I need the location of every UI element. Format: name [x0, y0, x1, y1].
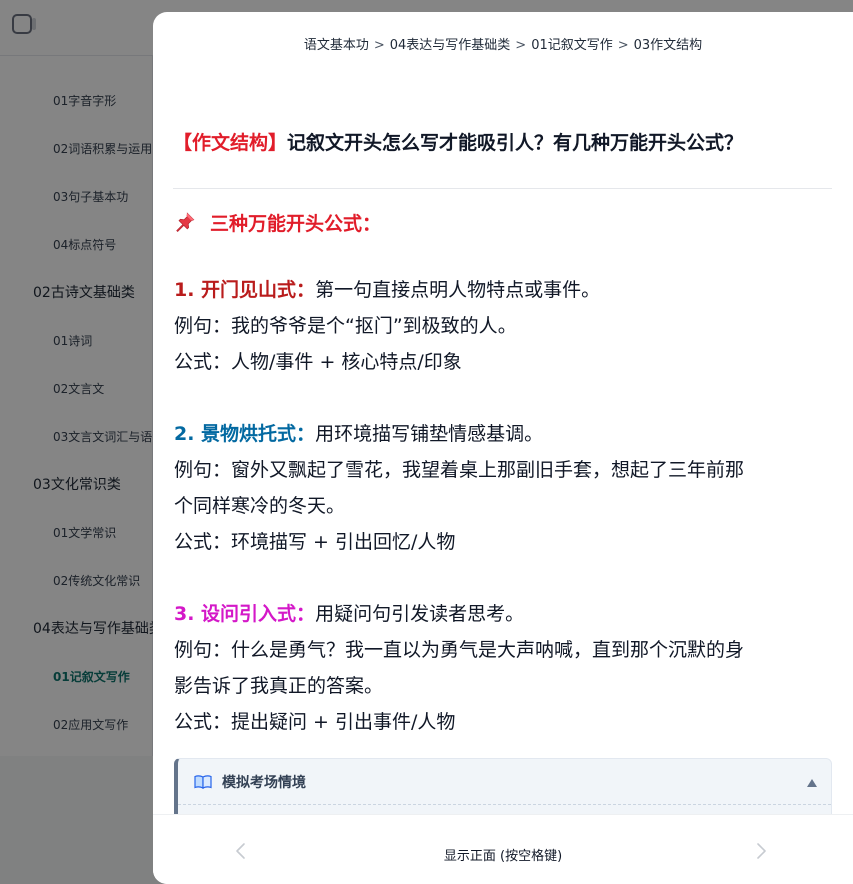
- method-example: 例句：什么是勇气？我一直以为勇气是大声呐喊，直到那个沉默的身: [174, 639, 745, 661]
- card-answer: 三种万能开头公式： 1. 开门见山式：第一句直接点明人物特点或事件。 例句：我的…: [174, 208, 834, 740]
- breadcrumb-item[interactable]: 01记叙文写作: [531, 38, 613, 53]
- section-title-text: 三种万能开头公式：: [210, 212, 382, 235]
- method-example: 例句：窗外又飘起了雪花，我望着桌上那副旧手套，想起了三年前那: [174, 459, 745, 481]
- flashcard-modal: 语文基本功 >04表达与写作基础类 >01记叙文写作 >03作文结构 【作文结构】记叙…: [153, 12, 853, 884]
- method-desc: 用环境描写铺垫情感基调。: [315, 423, 544, 445]
- chevron-right-icon[interactable]: [753, 841, 769, 861]
- caret-up-icon[interactable]: [807, 779, 817, 787]
- method-1: 1. 开门见山式：第一句直接点明人物特点或事件。 例句：我的爷爷是个“抠门”到极…: [174, 272, 834, 380]
- breadcrumb: 语文基本功 >04表达与写作基础类 >01记叙文写作 >03作文结构: [153, 34, 853, 53]
- section-title: 三种万能开头公式：: [174, 208, 834, 236]
- breadcrumb-separator: >: [617, 38, 629, 53]
- method-desc: 用疑问句引发读者思考。: [315, 603, 525, 625]
- card-question: 【作文结构】记叙文开头怎么写才能吸引人？有几种万能开头公式？: [173, 128, 833, 155]
- method-label: 1. 开门见山式：: [174, 279, 316, 301]
- divider: [173, 188, 832, 189]
- breadcrumb-separator: >: [373, 38, 385, 53]
- breadcrumb-separator: >: [515, 38, 527, 53]
- method-label: 2. 景物烘托式：: [174, 423, 316, 445]
- method-heading: 1. 开门见山式：第一句直接点明人物特点或事件。: [174, 272, 834, 308]
- breadcrumb-item[interactable]: 语文基本功: [304, 38, 369, 53]
- method-example-cont: 个同样寒冷的冬天。: [174, 495, 346, 517]
- method-label: 3. 设问引入式：: [174, 603, 316, 625]
- breadcrumb-item[interactable]: 04表达与写作基础类: [390, 38, 511, 53]
- method-desc: 第一句直接点明人物特点或事件。: [315, 279, 601, 301]
- method-example-cont: 影告诉了我真正的答案。: [174, 675, 384, 697]
- question-tag: 【作文结构】: [173, 132, 288, 154]
- card-footer: 显示正面 (按空格键): [153, 814, 853, 884]
- question-text: 记叙文开头怎么写才能吸引人？有几种万能开头公式？: [287, 132, 744, 154]
- pushpin-icon: [176, 212, 195, 233]
- method-example: 例句：我的爷爷是个“抠门”到极致的人。: [174, 315, 517, 337]
- open-book-icon: [194, 774, 212, 789]
- method-formula: 公式：提出疑问 + 引出事件/人物: [174, 711, 456, 733]
- method-formula: 公式：环境描写 + 引出回忆/人物: [174, 531, 456, 553]
- scenario-header[interactable]: 模拟考场情境: [178, 759, 831, 805]
- method-heading: 2. 景物烘托式：用环境描写铺垫情感基调。: [174, 416, 834, 452]
- method-formula: 公式：人物/事件 + 核心特点/印象: [174, 351, 462, 373]
- flip-card-button[interactable]: 显示正面 (按空格键): [153, 845, 853, 864]
- method-3: 3. 设问引入式：用疑问句引发读者思考。 例句：什么是勇气？我一直以为勇气是大声…: [174, 596, 834, 740]
- breadcrumb-item[interactable]: 03作文结构: [634, 38, 703, 53]
- method-2: 2. 景物烘托式：用环境描写铺垫情感基调。 例句：窗外又飘起了雪花，我望着桌上那…: [174, 416, 834, 560]
- method-heading: 3. 设问引入式：用疑问句引发读者思考。: [174, 596, 834, 632]
- scenario-title: 模拟考场情境: [222, 774, 306, 791]
